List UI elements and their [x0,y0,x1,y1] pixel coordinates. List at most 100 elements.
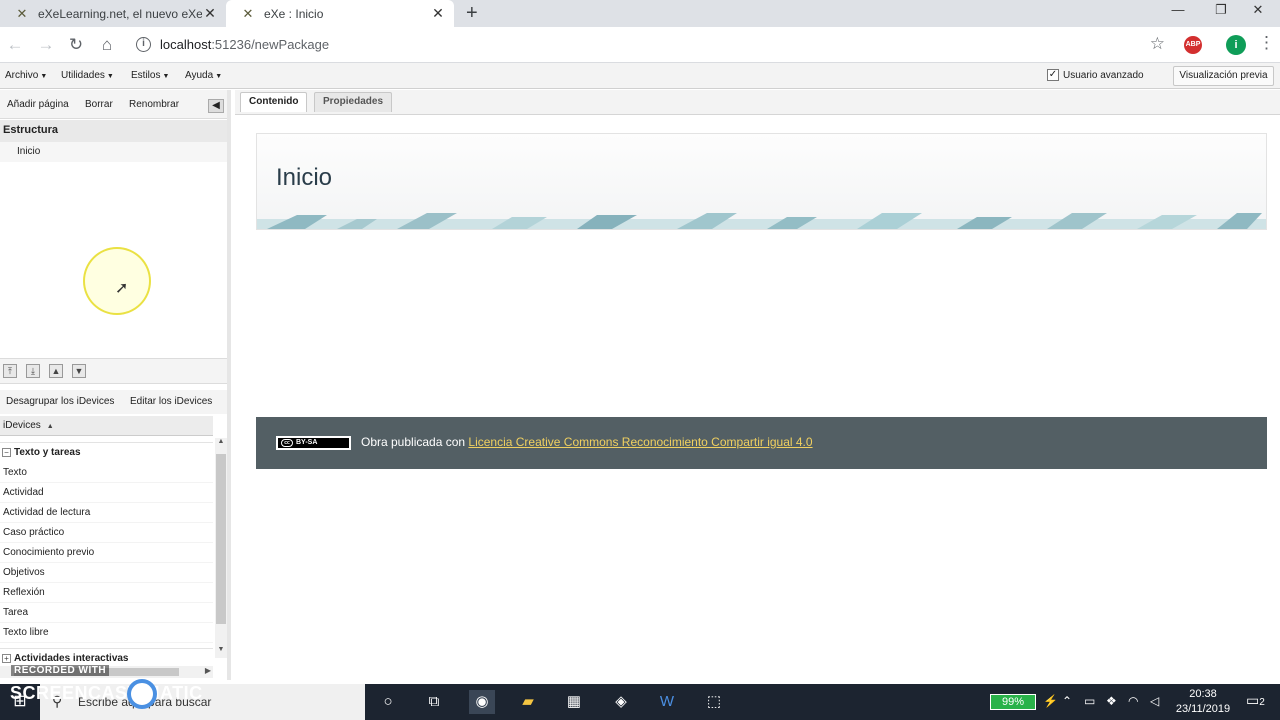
back-icon[interactable]: ← [4,34,26,56]
move-up-icon[interactable]: ▲ [49,364,63,378]
cortana-icon[interactable]: ○ [375,690,401,714]
browser-tab-exe-inicio[interactable]: ✕ eXe : Inicio ✕ [226,0,454,27]
browser-tab-exelearning[interactable]: ✕ eXeLearning.net, el nuevo eXeLe ✕ [0,0,226,27]
license-prefix: Obra publicada con [361,435,469,449]
menu-label: Archivo [5,70,39,81]
menu-utilidades[interactable]: Utilidades ▼ [61,70,114,81]
home-icon[interactable]: ⌂ [96,34,118,56]
forward-icon[interactable]: → [35,34,57,56]
clock-date: 23/11/2019 [1175,703,1231,715]
menu-ayuda[interactable]: Ayuda ▼ [185,70,222,81]
caret-down-icon: ▼ [106,73,114,80]
browser-menu-icon[interactable]: ⋮ [1258,33,1275,53]
add-page-button[interactable]: Añadir página [7,99,69,110]
category-texto-y-tareas[interactable]: − Texto y tareas [0,442,213,462]
scroll-right-icon[interactable]: ▶ [205,666,211,675]
power-icon[interactable]: ⚡ [1043,694,1058,708]
menu-label: Estilos [131,70,161,81]
move-down-icon[interactable]: ▼ [72,364,86,378]
idevice-item[interactable]: Actividad de lectura [0,503,213,523]
scroll-up-icon[interactable]: ▲ [215,438,227,450]
idevice-item[interactable]: Tarea [0,603,213,623]
idevice-item[interactable]: Caso práctico [0,523,213,543]
notifications-icon[interactable]: ▭2 [1246,692,1265,709]
preview-button[interactable]: Visualización previa [1173,66,1274,86]
browser-tab-strip: ✕ eXeLearning.net, el nuevo eXeLe ✕ ✕ eX… [0,0,1280,27]
reload-icon[interactable]: ↻ [65,34,87,56]
task-view-icon[interactable]: ⧉ [421,690,447,714]
tab-title: eXeLearning.net, el nuevo eXeLe [38,6,202,21]
cc-badge-inner: cc BY-SA [278,438,349,448]
advanced-user-checkbox[interactable]: ✓ [1047,69,1059,81]
idevices-header[interactable]: iDevices ▲ [0,416,213,436]
collapse-minus-icon[interactable]: − [2,448,11,457]
tab-propiedades[interactable]: Propiedades [314,92,393,112]
exe-favicon-icon: ✕ [16,5,28,21]
app-menu-bar: Archivo ▼ Utilidades ▼ Estilos ▼ Ayuda ▼ ✓ U… [0,63,1280,89]
close-tab-icon[interactable]: ✕ [430,5,446,22]
idevice-item[interactable]: Texto libre [0,623,213,643]
tab-contenido[interactable]: Contenido [240,92,308,112]
browser-toolbar: ← → ↻ ⌂ i localhost:51236/newPackage ☆ A… [0,27,1280,63]
dropbox-icon[interactable]: ❖ [1106,694,1117,708]
address-bar[interactable]: i localhost:51236/newPackage ☆ [128,31,1173,59]
ungroup-idevices-button[interactable]: Desagrupar los iDevices [6,396,114,407]
caret-down-icon: ▼ [162,73,170,80]
advanced-user-label[interactable]: Usuario avanzado [1063,70,1144,81]
taskbar-clock[interactable]: 20:38 23/11/2019 [1168,687,1238,717]
move-down-level-icon[interactable]: ⤓ [26,364,40,378]
close-window-icon[interactable]: ✕ [1236,0,1280,22]
snipping-tool-icon[interactable]: ⬚ [701,690,727,714]
url-path: :51236/newPackage [211,37,330,52]
site-info-icon[interactable]: i [136,37,151,52]
chrome-taskbar-icon[interactable]: ◉ [469,690,495,714]
new-tab-icon[interactable]: + [466,2,478,25]
cc-logo-icon: cc [281,439,293,447]
close-tab-icon[interactable]: ✕ [202,5,218,22]
delete-button[interactable]: Borrar [85,99,113,110]
move-up-level-icon[interactable]: ⤒ [3,364,17,378]
idevice-item[interactable]: Texto [0,463,213,483]
battery-indicator[interactable]: 99% [990,694,1036,710]
profile-avatar[interactable]: i [1226,35,1246,55]
network-icon[interactable]: ◠ [1128,694,1138,708]
left-panel: Añadir página Borrar Renombrar ◀ Estruct… [0,90,231,680]
sort-asc-icon: ▲ [46,423,54,430]
minimize-icon[interactable]: — [1156,0,1200,22]
volume-icon[interactable]: ◁ [1150,694,1159,708]
cc-by-sa-badge[interactable]: cc BY-SA [276,436,351,450]
calculator-icon[interactable]: ▦ [561,690,587,714]
idevice-item[interactable]: Objetivos [0,563,213,583]
idevice-item[interactable]: Reflexión [0,583,213,603]
mouse-pointer-icon: ➚ [115,280,129,297]
app-icon[interactable]: ◈ [608,690,634,714]
scroll-down-icon[interactable]: ▼ [215,646,227,658]
rename-button[interactable]: Renombrar [129,99,179,110]
menu-estilos[interactable]: Estilos ▼ [131,70,169,81]
adblock-extension-icon[interactable]: ABP [1184,36,1202,54]
main-content: Contenido Propiedades Inicio cc BY-SA Obr… [235,90,1280,680]
bookmark-star-icon[interactable]: ☆ [1150,34,1165,54]
expand-plus-icon[interactable]: + [2,654,11,663]
tree-node-inicio[interactable]: Inicio [0,142,227,162]
menu-archivo[interactable]: Archivo ▼ [5,70,47,81]
node-move-toolbar: ⤒ ⤓ ▲ ▼ [0,358,227,384]
idevice-item[interactable]: Conocimiento previo [0,543,213,563]
word-icon[interactable]: W [654,690,680,714]
tab-title: eXe : Inicio [264,6,324,21]
idevices-vertical-scrollbar[interactable]: ▲ ▼ [215,438,227,658]
screencast-logo-icon [127,679,157,709]
idevice-item[interactable]: Actividad [0,483,213,503]
category-label: Actividades interactivas [14,653,129,664]
page-header: Inicio [256,133,1267,230]
battery-tray-icon[interactable]: ▭ [1084,694,1095,708]
structure-title: Estructura [0,120,227,142]
license-link[interactable]: Licencia Creative Commons Reconocimiento… [468,435,812,449]
collapse-panel-icon[interactable]: ◀ [208,99,224,113]
tray-chevron-icon[interactable]: ⌃ [1062,694,1072,708]
edit-idevices-button[interactable]: Editar los iDevices [130,396,212,407]
screencast-matic-watermark: SCREENCAST MATIC [10,683,203,703]
content-tabs: Contenido Propiedades [235,90,1280,115]
file-explorer-icon[interactable]: ▰ [515,690,541,714]
scroll-thumb[interactable] [216,454,226,624]
